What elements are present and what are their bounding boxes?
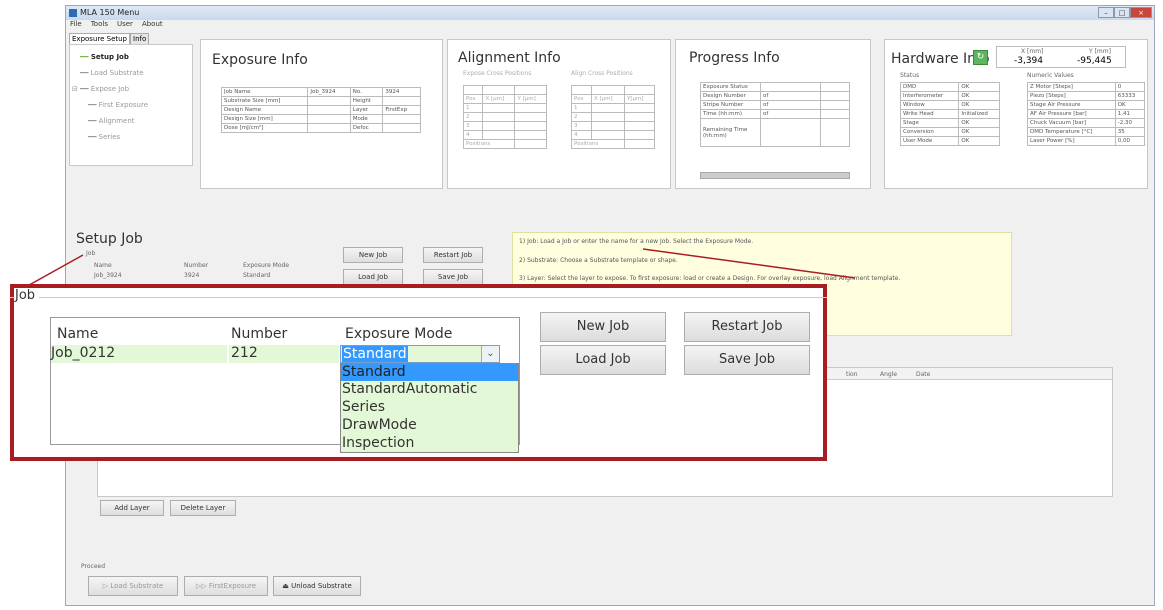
dropdown-option-inspection[interactable]: Inspection bbox=[342, 435, 414, 451]
dropdown-option-standard-automatic[interactable]: StandardAutomatic bbox=[342, 381, 478, 397]
dropdown-option-standard[interactable]: Standard bbox=[341, 364, 518, 381]
chevron-down-icon[interactable]: ⌄ bbox=[481, 346, 499, 362]
zoom-new-job-button[interactable]: New Job bbox=[540, 312, 666, 342]
zoom-number-cell[interactable]: 212 bbox=[229, 345, 339, 363]
zoom-job-group-label: Job bbox=[15, 288, 40, 303]
zoom-save-job-button[interactable]: Save Job bbox=[684, 345, 810, 375]
zoomed-job-callout: Job Name Number Exposure Mode Job_0212 2… bbox=[10, 284, 827, 461]
exposure-mode-dropdown: Standard StandardAutomatic Series DrawMo… bbox=[340, 363, 519, 453]
dropdown-option-series[interactable]: Series bbox=[342, 399, 385, 415]
group-line bbox=[10, 297, 827, 298]
zoom-name-value: Job_0212 bbox=[51, 345, 116, 361]
zoom-col-name: Name bbox=[57, 326, 99, 342]
zoom-name-cell[interactable]: Job_0212 bbox=[51, 345, 227, 363]
zoom-mode-value: Standard bbox=[342, 346, 408, 362]
zoom-col-exposure-mode: Exposure Mode bbox=[345, 326, 453, 342]
zoom-job-table: Name Number Exposure Mode Job_0212 212 S… bbox=[50, 317, 520, 453]
zoom-col-number: Number bbox=[231, 326, 288, 342]
dropdown-option-drawmode[interactable]: DrawMode bbox=[342, 417, 417, 433]
zoom-restart-job-button[interactable]: Restart Job bbox=[684, 312, 810, 342]
exposure-mode-select[interactable]: Standard ⌄ bbox=[340, 345, 500, 363]
zoom-load-job-button[interactable]: Load Job bbox=[540, 345, 666, 375]
zoom-number-value: 212 bbox=[231, 345, 258, 361]
